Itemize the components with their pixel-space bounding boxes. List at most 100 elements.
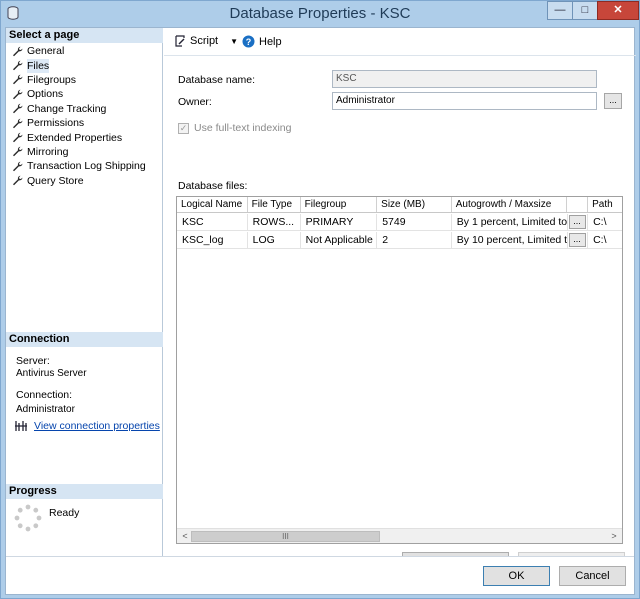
page-item-query-store[interactable]: Query Store [12, 174, 146, 188]
page-item-label: Options [27, 88, 64, 101]
page-item-permissions[interactable]: Permissions [12, 116, 146, 130]
page-item-transaction-log-shipping[interactable]: Transaction Log Shipping [12, 159, 146, 173]
horizontal-scrollbar[interactable]: < III > [177, 528, 622, 543]
wrench-icon [13, 60, 23, 71]
help-icon: ? [242, 35, 255, 48]
page-item-label: Mirroring [27, 145, 69, 158]
table-cell[interactable]: KSC [177, 214, 248, 230]
wrench-icon [13, 89, 23, 100]
wrench-icon [13, 75, 23, 85]
page-item-filegroups[interactable]: Filegroups [12, 73, 146, 87]
toolbar: Script ▼ ? Help [164, 28, 636, 56]
autogrowth-browse-cell: ... [568, 214, 589, 230]
select-page-header: Select a page [6, 28, 163, 43]
script-label: Script [190, 35, 219, 47]
grid-column-header[interactable]: Size (MB) [377, 197, 452, 212]
table-cell[interactable]: C:\ [588, 232, 622, 248]
autogrowth-browse-button[interactable]: ... [568, 215, 586, 229]
wrench-icon [13, 132, 23, 143]
cancel-button[interactable]: Cancel [559, 566, 626, 586]
wrench-icon [13, 176, 23, 186]
script-icon [175, 35, 185, 47]
window-title: Database Properties - KSC [229, 5, 411, 22]
grid-header: Logical Name File Type Filegroup Size (MB) A… [177, 197, 622, 213]
page-item-label: Extended Properties [27, 131, 123, 144]
wrench-icon [13, 46, 23, 56]
page-item-label: General [27, 45, 65, 58]
close-button[interactable]: ✕ [597, 1, 639, 20]
owner-field[interactable]: Administrator [332, 92, 597, 110]
page-list: General Files Filegroups Options Change Trac… [12, 44, 146, 188]
dialog-button-bar: OK Cancel [6, 556, 634, 594]
page-item-options[interactable]: Options [12, 87, 146, 101]
server-label: Server: [16, 355, 50, 367]
table-cell[interactable]: By 10 percent, Limited t... [452, 232, 568, 248]
owner-label: Owner: [178, 96, 212, 108]
left-pane: Select a page General Files Filegroups Opti… [6, 28, 163, 556]
script-button[interactable]: Script ▼ [174, 35, 238, 47]
table-cell[interactable]: ROWS... [248, 214, 301, 230]
progress-header: Progress [6, 484, 163, 499]
table-cell[interactable]: 5749 [377, 214, 452, 230]
help-button[interactable]: ? Help [242, 35, 282, 48]
svg-text:?: ? [246, 37, 252, 47]
page-item-label: Transaction Log Shipping [27, 160, 146, 173]
autogrowth-browse-button[interactable]: ... [568, 233, 586, 247]
fulltext-indexing-checkbox[interactable]: ✓ [178, 123, 189, 134]
grid-column-header[interactable]: Path [588, 197, 622, 212]
database-properties-window: Database Properties - KSC — □ ✕ Select a… [0, 0, 640, 599]
database-name-field: KSC [332, 70, 597, 88]
script-dropdown-arrow-icon[interactable]: ▼ [230, 37, 238, 46]
grid-column-header[interactable]: Autogrowth / Maxsize [452, 197, 568, 212]
grid-column-header[interactable]: Logical Name [177, 197, 248, 212]
autogrowth-browse-cell: ... [568, 232, 589, 248]
page-item-label: Files [27, 58, 50, 73]
minimize-button[interactable]: — [547, 1, 573, 20]
page-item-files[interactable]: Files [12, 58, 146, 73]
ok-button[interactable]: OK [483, 566, 550, 586]
connection-label: Connection: [16, 389, 73, 401]
page-item-mirroring[interactable]: Mirroring [12, 145, 146, 159]
grid-column-header[interactable]: File Type [248, 197, 301, 212]
scroll-right-icon[interactable]: > [608, 530, 620, 542]
table-cell[interactable]: Not Applicable [301, 232, 378, 248]
table-row[interactable]: KSC ROWS... PRIMARY 5749 By 1 percent, Limit… [177, 214, 622, 231]
page-item-label: Query Store [27, 174, 84, 187]
table-cell[interactable]: C:\ [588, 214, 622, 230]
page-item-label: Change Tracking [27, 102, 107, 115]
connection-header: Connection [6, 332, 163, 347]
dialog-client: Select a page General Files Filegroups Opti… [5, 27, 636, 595]
progress-spinner-icon [14, 504, 42, 532]
help-label: Help [259, 35, 282, 48]
title-bar[interactable]: Database Properties - KSC — □ ✕ [1, 1, 639, 26]
files-page-form: Database name: KSC Owner: Administrator … [164, 56, 636, 572]
page-item-extended-properties[interactable]: Extended Properties [12, 130, 146, 144]
page-item-label: Permissions [27, 117, 85, 130]
database-name-label: Database name: [178, 74, 256, 86]
page-item-label: Filegroups [27, 73, 77, 86]
scroll-thumb[interactable]: III [191, 531, 380, 542]
table-cell[interactable]: KSC_log [177, 232, 248, 248]
table-cell[interactable]: 2 [377, 232, 452, 248]
wrench-icon [13, 118, 23, 128]
grid-column-header[interactable]: Filegroup [301, 197, 378, 212]
server-value: Antivirus Server [16, 368, 87, 379]
owner-browse-button[interactable]: ... [604, 93, 622, 109]
table-cell[interactable]: By 1 percent, Limited to... [452, 214, 568, 230]
wrench-icon [13, 161, 23, 172]
scroll-left-icon[interactable]: < [179, 530, 191, 542]
database-files-label: Database files: [178, 180, 248, 192]
wrench-icon [13, 147, 23, 157]
table-cell[interactable]: PRIMARY [301, 214, 378, 230]
grid-column-header[interactable] [567, 197, 589, 212]
wrench-icon [13, 104, 23, 114]
page-item-change-tracking[interactable]: Change Tracking [12, 102, 146, 116]
maximize-button[interactable]: □ [572, 1, 598, 20]
page-item-general[interactable]: General [12, 44, 146, 58]
connection-properties-icon [15, 421, 27, 431]
table-row[interactable]: KSC_log LOG Not Applicable 2 By 10 percent, … [177, 232, 622, 249]
view-connection-properties-link[interactable]: View connection properties [34, 420, 160, 432]
database-files-grid[interactable]: Logical Name File Type Filegroup Size (MB) A… [176, 196, 623, 544]
connection-value: Administrator [16, 404, 75, 415]
table-cell[interactable]: LOG [248, 232, 301, 248]
